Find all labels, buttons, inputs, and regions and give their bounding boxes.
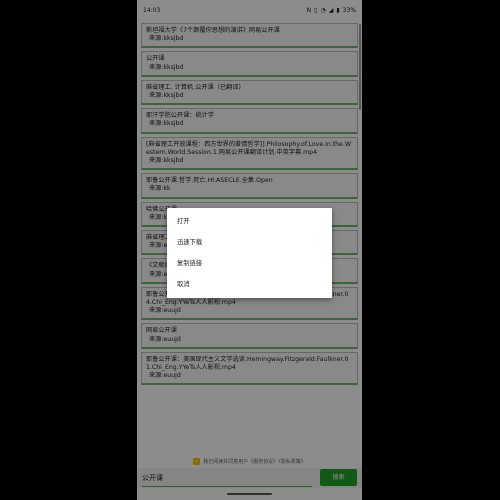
menu-item-open[interactable]: 打开 [167,211,332,232]
context-menu-dialog: 打开 迅速下载 复制链接 取消 [167,208,332,298]
menu-item-fast-download[interactable]: 迅速下载 [167,232,332,253]
menu-item-copy-link[interactable]: 复制链接 [167,253,332,274]
menu-item-cancel[interactable]: 取消 [167,274,332,295]
phone-screen: 14:03 N ▯ ◔ ◢ ▮ 33% 斯坦福大学《7个颠覆你思想的演讲》网易公… [137,0,362,500]
